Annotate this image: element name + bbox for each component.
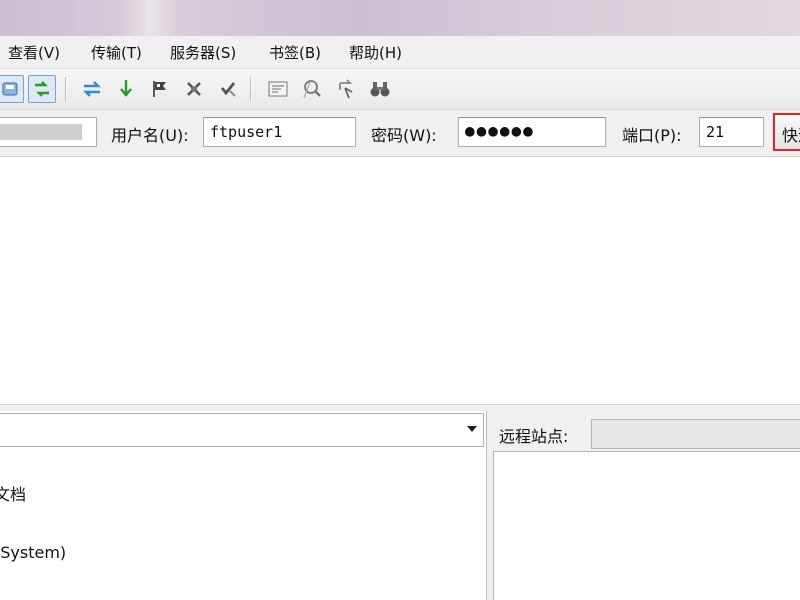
compare-icon (303, 80, 321, 99)
remote-site-pane: 远程站点: (493, 411, 800, 600)
menu-view[interactable]: 查看(V) (8, 42, 60, 63)
local-tree-item-documents[interactable]: 文档 (0, 481, 26, 505)
username-input[interactable]: ftpuser1 (203, 117, 356, 147)
remote-directory-tree[interactable] (493, 451, 800, 600)
toolbar-separator (250, 77, 251, 101)
chevron-down-icon[interactable] (467, 426, 477, 432)
port-input[interactable]: 21 (699, 117, 764, 147)
local-path-combo[interactable] (0, 413, 484, 447)
flag-icon (153, 81, 166, 97)
username-label: 用户名(U): (111, 126, 189, 145)
process-queue-button[interactable] (78, 75, 106, 103)
window-title-bar (0, 0, 800, 36)
site-manager-button[interactable] (0, 75, 24, 103)
menu-server[interactable]: 服务器(S) (170, 42, 236, 63)
filter-button[interactable] (264, 75, 292, 103)
toggle-panes-icon (35, 81, 49, 97)
search-binoculars-icon (370, 82, 390, 97)
menu-bar: 查看(V) 传输(T) 服务器(S) 书签(B) 帮助(H) (0, 36, 800, 69)
cancel-button[interactable] (214, 75, 242, 103)
search-button[interactable] (366, 75, 394, 103)
message-log[interactable] (0, 157, 800, 404)
compare-button[interactable] (298, 75, 326, 103)
site-manager-icon (2, 82, 18, 96)
sync-browse-icon (339, 79, 353, 99)
host-value-blurred (0, 124, 82, 140)
cancel-icon (220, 82, 236, 97)
title-bar-glass-reflection (120, 0, 180, 36)
toolbar (0, 69, 800, 110)
process-queue-icon (83, 81, 101, 97)
toolbar-separator (65, 77, 66, 101)
quickconnect-button[interactable]: 快速连接(Q) (773, 113, 800, 151)
flag-button[interactable] (146, 75, 174, 103)
disconnect-button[interactable] (180, 75, 208, 103)
disconnect-icon (187, 82, 201, 96)
host-input[interactable] (0, 117, 97, 147)
password-label: 密码(W): (371, 126, 437, 145)
toggle-panes-button[interactable] (28, 75, 56, 103)
remote-site-label: 远程站点: (499, 427, 569, 446)
port-label: 端口(P): (622, 126, 682, 145)
password-input[interactable]: ●●●●●● (458, 117, 606, 147)
menu-help[interactable]: 帮助(H) (349, 42, 402, 63)
menu-bookmarks[interactable]: 书签(B) (269, 42, 321, 63)
local-tree-item-system[interactable]: (System) (0, 543, 66, 562)
sync-browse-button[interactable] (332, 75, 360, 103)
menu-transfer[interactable]: 传输(T) (91, 42, 142, 63)
remote-path-combo[interactable] (591, 419, 800, 449)
local-site-pane: 文档 (System) (0, 411, 487, 600)
reconnect-download-button[interactable] (112, 75, 140, 103)
filter-icon (268, 81, 288, 97)
reconnect-download-icon (120, 80, 132, 97)
